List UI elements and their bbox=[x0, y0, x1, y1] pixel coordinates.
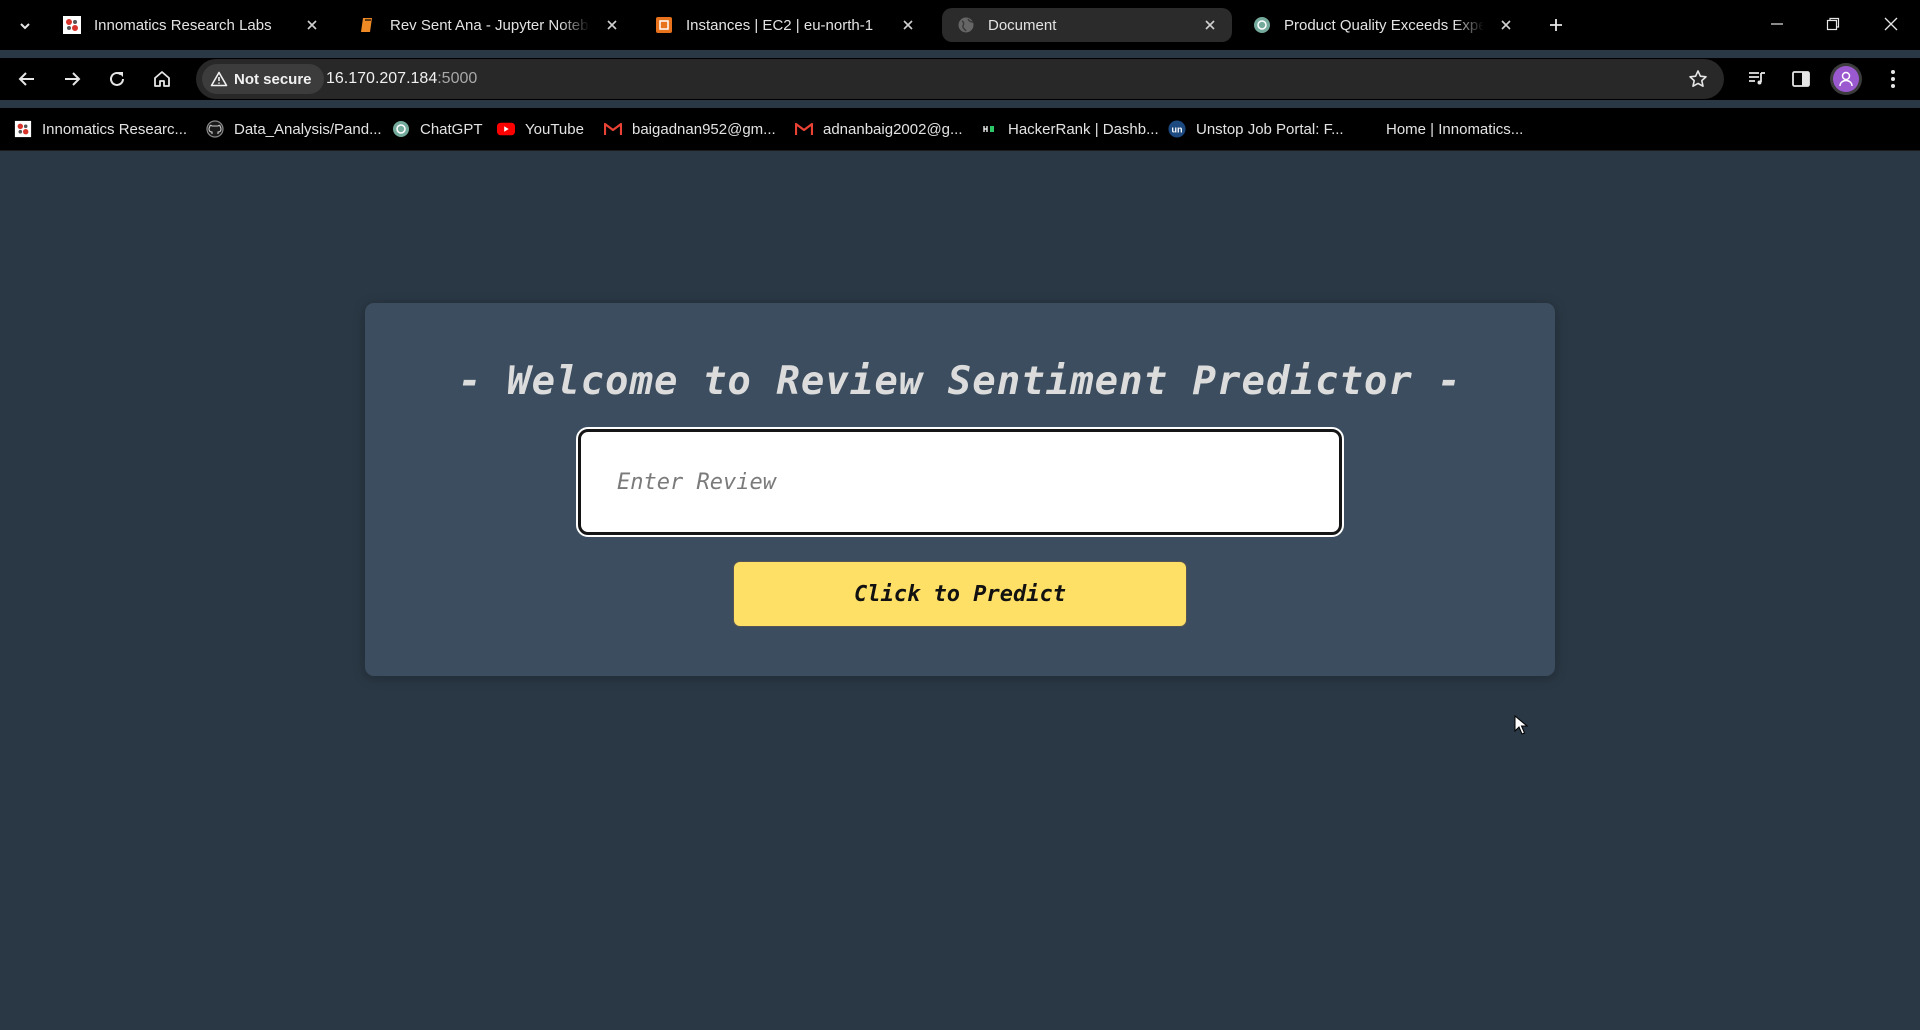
bookmark-innomatics-home[interactable]: Home | Innomatics... bbox=[1386, 116, 1523, 142]
hackerrank-icon bbox=[980, 120, 998, 138]
close-tab-icon[interactable] bbox=[1494, 13, 1518, 37]
media-controls-button[interactable] bbox=[1740, 62, 1774, 96]
youtube-icon bbox=[497, 120, 515, 138]
plus-icon bbox=[1550, 19, 1562, 31]
side-panel-icon bbox=[1792, 71, 1810, 87]
bookmark-label: Innomatics Researc... bbox=[42, 120, 188, 138]
reload-button[interactable] bbox=[100, 62, 134, 96]
unstop-icon: un bbox=[1168, 120, 1186, 138]
restore-icon bbox=[1826, 17, 1840, 31]
bookmark-label: YouTube bbox=[525, 120, 584, 138]
tab-title: Document bbox=[988, 16, 1057, 34]
bookmark-gmail-2[interactable]: adnanbaig2002@g... bbox=[795, 116, 963, 142]
jupyter-icon bbox=[358, 15, 378, 35]
bookmarks-bar: Innomatics Researc... Data_Analysis/Pand… bbox=[0, 108, 1920, 150]
tab-ec2[interactable]: Instances | EC2 | eu-north-1 bbox=[640, 8, 930, 42]
svg-text:un: un bbox=[1172, 125, 1183, 135]
back-button[interactable] bbox=[10, 62, 44, 96]
playlist-icon bbox=[1749, 72, 1765, 85]
github-icon bbox=[206, 120, 224, 138]
arrow-right-icon bbox=[65, 72, 81, 86]
tab-document[interactable]: Document bbox=[942, 8, 1232, 42]
tab-title: Product Quality Exceeds Expectations bbox=[1284, 16, 1484, 34]
bookmark-unstop[interactable]: un Unstop Job Portal: F... bbox=[1168, 116, 1344, 142]
predictor-card: - Welcome to Review Sentiment Predictor … bbox=[365, 303, 1555, 676]
bookmark-innomatics[interactable]: Innomatics Researc... bbox=[14, 116, 187, 142]
page-body: - Welcome to Review Sentiment Predictor … bbox=[0, 151, 1920, 1030]
bookmark-label: ChatGPT bbox=[420, 120, 483, 138]
minimize-icon bbox=[1771, 23, 1783, 25]
profile-avatar[interactable] bbox=[1830, 63, 1862, 95]
bookmark-label: adnanbaig2002@g... bbox=[823, 120, 963, 138]
close-tab-icon[interactable] bbox=[600, 13, 624, 37]
close-tab-icon[interactable] bbox=[1198, 13, 1222, 37]
review-input[interactable] bbox=[576, 427, 1344, 537]
warning-icon bbox=[210, 71, 228, 87]
chevron-down-icon bbox=[20, 23, 30, 30]
bookmark-youtube[interactable]: YouTube bbox=[497, 116, 584, 142]
tab-innomatics[interactable]: Innomatics Research Labs bbox=[48, 8, 334, 42]
browser-menu-button[interactable] bbox=[1876, 62, 1910, 96]
tab-title: Instances | EC2 | eu-north-1 bbox=[686, 16, 874, 34]
arrow-left-icon bbox=[18, 72, 34, 86]
aws-ec2-icon bbox=[654, 15, 674, 35]
bookmark-chatgpt[interactable]: ChatGPT bbox=[392, 116, 483, 142]
bookmark-star-button[interactable] bbox=[1684, 65, 1712, 93]
tab-title: Innomatics Research Labs bbox=[94, 16, 272, 34]
tab-title: Rev Sent Ana - Jupyter Notebook bbox=[390, 16, 590, 34]
bookmark-gmail-1[interactable]: baigadnan952@gm... bbox=[604, 116, 776, 142]
chatgpt-icon bbox=[1252, 15, 1272, 35]
innomatics-icon bbox=[62, 15, 82, 35]
bookmark-label: baigadnan952@gm... bbox=[632, 120, 776, 138]
browser-toolbar: Not secure 16.170.207.184:5000 bbox=[0, 58, 1920, 100]
security-label: Not secure bbox=[234, 70, 312, 88]
more-vertical-icon bbox=[1891, 70, 1895, 88]
url-host: 16.170.207.184 bbox=[326, 70, 438, 87]
site-info-button[interactable]: Not secure bbox=[202, 64, 324, 94]
predict-button[interactable]: Click to Predict bbox=[733, 561, 1187, 627]
forward-button[interactable] bbox=[55, 62, 89, 96]
profile-icon bbox=[1833, 66, 1859, 92]
star-icon bbox=[1689, 70, 1707, 87]
tab-search-button[interactable] bbox=[8, 10, 42, 42]
side-panel-button[interactable] bbox=[1784, 62, 1818, 96]
tab-strip: Innomatics Research Labs Rev Sent Ana - … bbox=[0, 0, 1920, 50]
bookmark-label: Unstop Job Portal: F... bbox=[1196, 120, 1344, 138]
close-icon bbox=[1884, 17, 1898, 31]
home-icon bbox=[154, 71, 170, 87]
mouse-cursor-icon bbox=[1514, 715, 1528, 735]
new-tab-button[interactable] bbox=[1542, 11, 1570, 39]
minimize-button[interactable] bbox=[1754, 6, 1800, 42]
bookmark-github[interactable]: Data_Analysis/Pand... bbox=[206, 116, 382, 142]
url-text[interactable]: 16.170.207.184:5000 bbox=[326, 59, 477, 99]
gmail-icon bbox=[604, 120, 622, 138]
close-window-button[interactable] bbox=[1868, 6, 1914, 42]
bookmark-hackerrank[interactable]: HackerRank | Dashb... bbox=[980, 116, 1159, 142]
globe-icon bbox=[956, 15, 976, 35]
close-tab-icon[interactable] bbox=[896, 13, 920, 37]
address-bar[interactable]: Not secure 16.170.207.184:5000 bbox=[196, 59, 1724, 99]
chatgpt-icon bbox=[392, 120, 410, 138]
home-button[interactable] bbox=[145, 62, 179, 96]
close-tab-icon[interactable] bbox=[300, 13, 324, 37]
bookmark-label: Home | Innomatics... bbox=[1386, 120, 1524, 138]
innomatics-icon bbox=[14, 120, 32, 138]
restore-button[interactable] bbox=[1810, 6, 1856, 42]
tab-chatgpt[interactable]: Product Quality Exceeds Expectations bbox=[1238, 8, 1528, 42]
bookmark-label: Data_Analysis/Pand... bbox=[234, 120, 382, 138]
url-port: :5000 bbox=[437, 70, 478, 87]
tab-jupyter[interactable]: Rev Sent Ana - Jupyter Notebook bbox=[344, 8, 634, 42]
reload-icon bbox=[110, 71, 124, 86]
page-title: - Welcome to Review Sentiment Predictor … bbox=[458, 359, 1462, 404]
bookmark-label: HackerRank | Dashb... bbox=[1008, 120, 1159, 138]
gmail-icon bbox=[795, 120, 813, 138]
